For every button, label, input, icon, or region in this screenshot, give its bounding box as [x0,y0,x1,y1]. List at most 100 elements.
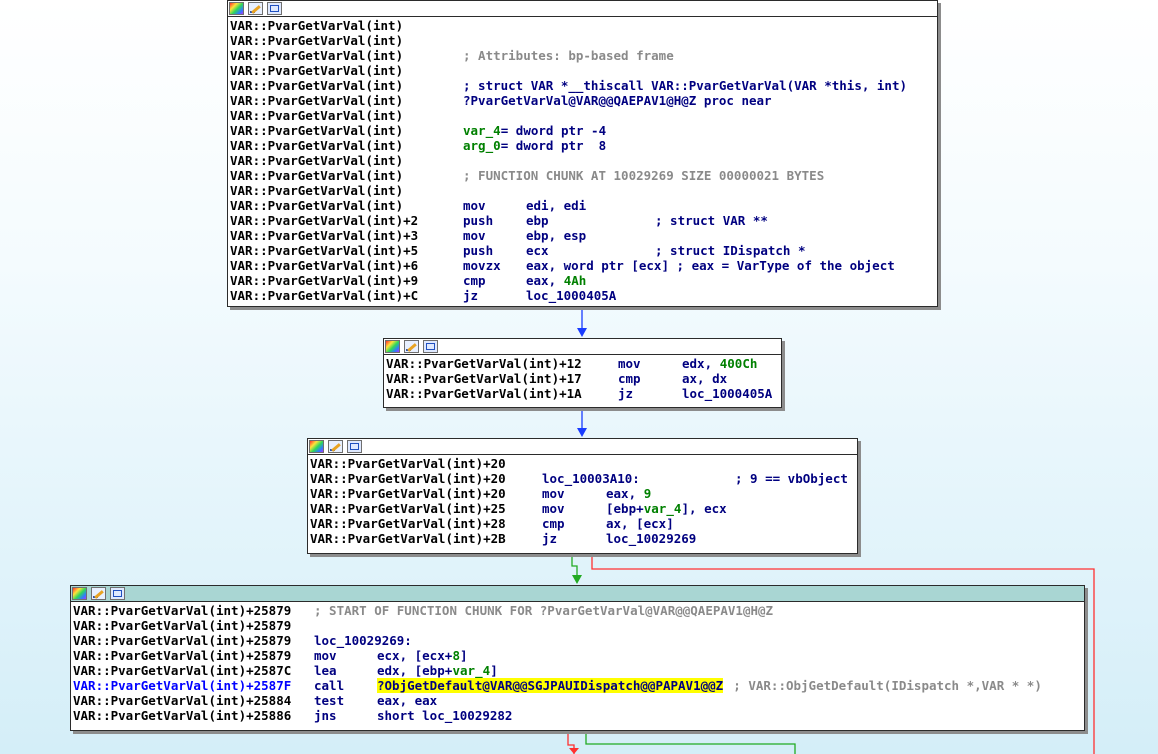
code-line[interactable]: VAR::PvarGetVarVal(int) [230,153,935,168]
stack-var-name: arg_0 [463,138,501,153]
line-address: VAR::PvarGetVarVal(int)+25879 [73,648,292,663]
instruction-mnemonic: cmp [463,273,486,288]
code-line[interactable]: VAR::PvarGetVarVal(int) ; struct VAR *__t… [230,78,935,93]
line-address: VAR::PvarGetVarVal(int)+25879 [73,618,292,633]
code-line[interactable]: VAR::PvarGetVarVal(int)+17 cmp ax, dx [386,371,779,386]
code-line[interactable]: VAR::PvarGetVarVal(int)+25879 ; START OF … [73,603,1082,618]
code-label: ?PvarGetVarVal@VAR@@QAEPAV1@H@Z proc nea… [463,93,772,108]
edge-b4-true [585,730,796,754]
stack-var-def: = dword ptr -4 [500,123,607,138]
edge-b2-b3-arrow [577,428,587,437]
code-line[interactable]: VAR::PvarGetVarVal(int)+28 cmp ax, [ecx] [310,516,855,531]
code-line[interactable]: VAR::PvarGetVarVal(int) [230,63,935,78]
code-line[interactable]: VAR::PvarGetVarVal(int)+5 push ecx ; struct… [230,243,935,258]
instruction-mnemonic: mov [542,501,565,516]
line-address: VAR::PvarGetVarVal(int)+1A [386,386,582,401]
graph-view-icon[interactable] [110,587,125,600]
code-line[interactable]: VAR::PvarGetVarVal(int)+2 push ebp ; struct… [230,213,935,228]
code-line[interactable]: VAR::PvarGetVarVal(int)+6 movzx eax, word … [230,258,935,273]
instruction-mnemonic: push [463,213,494,228]
code-line[interactable]: VAR::PvarGetVarVal(int)+25886 jns short lo… [73,708,1082,723]
code-line[interactable]: VAR::PvarGetVarVal(int)+9 cmp eax, 4Ah [230,273,935,288]
instruction-mnemonic: mov [463,228,486,243]
code-line[interactable]: VAR::PvarGetVarVal(int) ; Attributes: bp-… [230,48,935,63]
code-block-4[interactable]: VAR::PvarGetVarVal(int)+25879 ; START OF … [70,585,1085,731]
code-line[interactable]: VAR::PvarGetVarVal(int)+25879 mov ecx, [ec… [73,648,1082,663]
code-block-2[interactable]: VAR::PvarGetVarVal(int)+12 mov edx, 400Ch V… [383,338,782,408]
block-toolbar [384,339,781,355]
code-line[interactable]: VAR::PvarGetVarVal(int)+12 mov edx, 400Ch [386,356,779,371]
line-address: VAR::PvarGetVarVal(int)+17 [386,371,582,386]
code-line[interactable]: VAR::PvarGetVarVal(int) ?PvarGetVarVal@VA… [230,93,935,108]
line-address: VAR::PvarGetVarVal(int) [230,108,404,123]
code-line[interactable]: VAR::PvarGetVarVal(int)+C jz loc_1000405A [230,288,935,303]
code-line[interactable]: VAR::PvarGetVarVal(int) var_4 = dword ptr … [230,123,935,138]
line-address: VAR::PvarGetVarVal(int)+25 [310,501,506,516]
code-line[interactable]: VAR::PvarGetVarVal(int)+25879 loc_1002926… [73,633,1082,648]
operand-number: 400Ch [719,356,758,371]
line-address: VAR::PvarGetVarVal(int) [230,123,404,138]
graph-view-icon[interactable] [423,340,438,353]
edit-pencil-icon[interactable] [248,2,263,15]
instruction-operands: ebp [526,213,549,228]
line-address: VAR::PvarGetVarVal(int)+2B [310,531,506,546]
graph-view-icon[interactable] [267,2,282,15]
color-palette-icon[interactable] [229,2,244,15]
color-palette-icon[interactable] [385,340,400,353]
edge-b4-false-arrow [569,748,579,754]
block-toolbar [308,439,857,455]
code-line[interactable]: VAR::PvarGetVarVal(int)+20 loc_10003A10:;… [310,471,855,486]
code-line[interactable]: VAR::PvarGetVarVal(int)+25879 [73,618,1082,633]
line-comment: ; Attributes: bp-based frame [463,48,674,63]
edit-pencil-icon[interactable] [91,587,106,600]
code-line[interactable]: VAR::PvarGetVarVal(int)+2B jz loc_10029269 [310,531,855,546]
code-block-1[interactable]: VAR::PvarGetVarVal(int) VAR::PvarGetVarVa… [227,0,938,307]
code-block-3[interactable]: VAR::PvarGetVarVal(int)+20 VAR::PvarGetVa… [307,438,858,554]
code-line[interactable]: VAR::PvarGetVarVal(int)+20 mov eax, 9 [310,486,855,501]
code-line[interactable]: VAR::PvarGetVarVal(int) [230,183,935,198]
instruction-operands: ecx, [ecx+ [377,648,453,663]
color-palette-icon[interactable] [72,587,87,600]
color-palette-icon[interactable] [309,440,324,453]
code-line[interactable]: VAR::PvarGetVarVal(int)+3 mov ebp, esp [230,228,935,243]
code-line[interactable]: VAR::PvarGetVarVal(int) [230,108,935,123]
code-line[interactable]: VAR::PvarGetVarVal(int)+2587C lea edx, [eb… [73,663,1082,678]
code-line[interactable]: VAR::PvarGetVarVal(int) arg_0 = dword ptr … [230,138,935,153]
instruction-mnemonic: mov [314,648,337,663]
block-code-lines: VAR::PvarGetVarVal(int)+12 mov edx, 400Ch V… [384,355,781,402]
code-line[interactable]: VAR::PvarGetVarVal(int)+20 [310,456,855,471]
code-line[interactable]: VAR::PvarGetVarVal(int) [230,18,935,33]
instruction-operands: loc_1000405A [682,386,773,401]
edit-pencil-icon[interactable] [328,440,343,453]
code-line[interactable]: VAR::PvarGetVarVal(int)+1A jz loc_1000405A [386,386,779,401]
instruction-mnemonic: cmp [618,371,641,386]
graph-view-icon[interactable] [347,440,362,453]
instruction-operands: loc_1000405A [526,288,617,303]
instruction-operands: ax, dx [682,371,728,386]
code-line[interactable]: VAR::PvarGetVarVal(int)+2587F call ?ObjGet… [73,678,1082,693]
line-address: VAR::PvarGetVarVal(int)+25884 [73,693,292,708]
instruction-mnemonic: mov [618,356,641,371]
instruction-operands: loc_10029269 [606,531,697,546]
code-line[interactable]: VAR::PvarGetVarVal(int) [230,33,935,48]
instruction-operands: ecx [526,243,549,258]
code-line[interactable]: VAR::PvarGetVarVal(int)+25884 test eax, ea… [73,693,1082,708]
instruction-operands: ebp, esp [526,228,587,243]
line-address: VAR::PvarGetVarVal(int)+25886 [73,708,292,723]
line-address: VAR::PvarGetVarVal(int)+C [230,288,419,303]
line-address: VAR::PvarGetVarVal(int)+28 [310,516,506,531]
line-address: VAR::PvarGetVarVal(int)+25879 [73,603,292,618]
line-address: VAR::PvarGetVarVal(int) [230,153,404,168]
instruction-operands: eax, [606,486,644,501]
code-line[interactable]: VAR::PvarGetVarVal(int)+25 mov [ebp+ var_4]… [310,501,855,516]
instruction-mnemonic: push [463,243,494,258]
code-line[interactable]: VAR::PvarGetVarVal(int) ; FUNCTION CHUNK … [230,168,935,183]
edge-b3-b4-true [571,553,578,577]
instruction-operands: edi, edi [526,198,587,213]
line-address: VAR::PvarGetVarVal(int) [230,93,404,108]
highlighted-symbol[interactable]: ?ObjGetDefault@VAR@@SGJPAUIDispatch@@PAP… [377,678,724,693]
instruction-operands-tail: ], ecx [681,501,727,516]
code-line[interactable]: VAR::PvarGetVarVal(int) mov edi, edi [230,198,935,213]
edit-pencil-icon[interactable] [404,340,419,353]
edge-b1-b2-arrow [577,328,587,337]
